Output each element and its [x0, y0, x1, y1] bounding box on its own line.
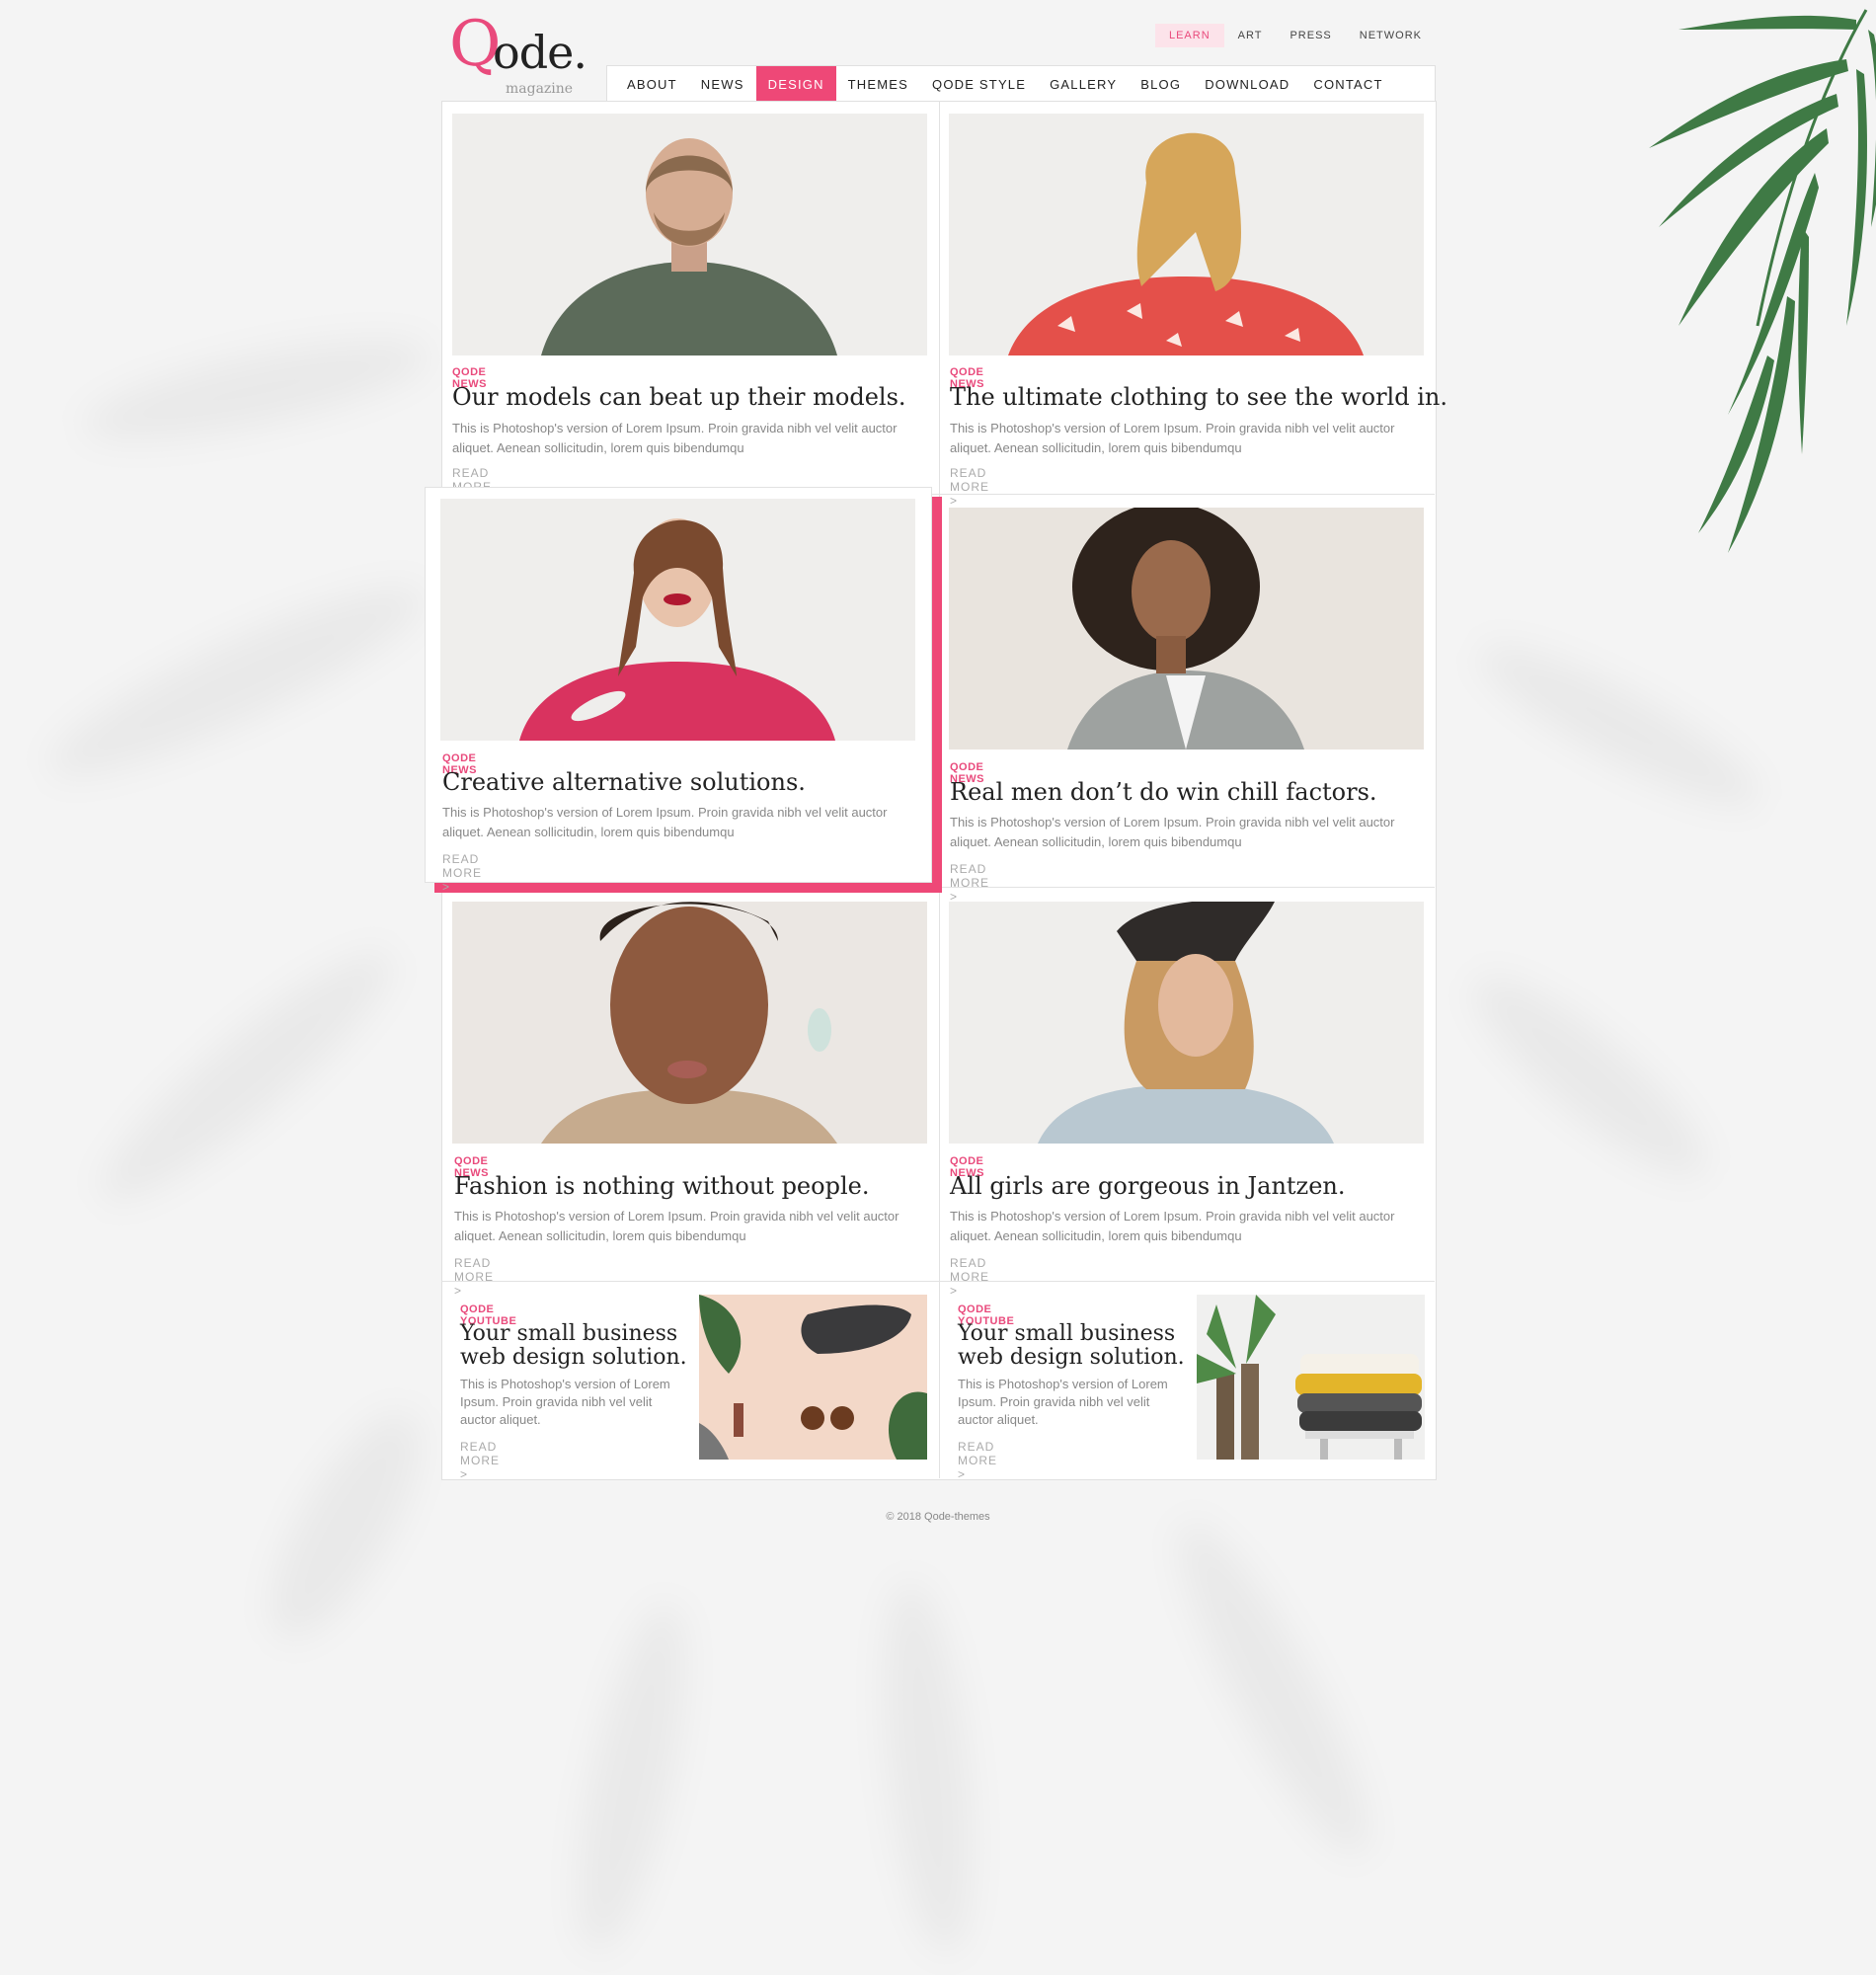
post-image-woman-pink[interactable]	[440, 499, 915, 741]
post-excerpt: This is Photoshop's version of Lorem Ips…	[452, 421, 898, 455]
main-nav: ABOUT NEWS DESIGN THEMES QODE STYLE GALL…	[606, 65, 1436, 103]
post-title[interactable]: Real men don’t do win chill factors.	[950, 778, 1377, 806]
top-nav: LEARN ART PRESS NETWORK	[1154, 24, 1436, 47]
read-more-link[interactable]: READ MORE >	[454, 1256, 494, 1298]
read-more-link[interactable]: READ MORE >	[950, 466, 989, 508]
nav-design[interactable]: DESIGN	[755, 66, 836, 102]
footer-copyright: © 2018 Qode-themes	[886, 1511, 990, 1523]
post-excerpt: This is Photoshop's version of Lorem Ips…	[950, 815, 1395, 849]
read-more-link[interactable]: READ MORE >	[950, 862, 989, 904]
post-title[interactable]: Our models can beat up their models.	[452, 383, 906, 411]
post-title[interactable]: The ultimate clothing to see the world i…	[950, 383, 1447, 411]
post-title[interactable]: All girls are gorgeous in Jantzen.	[950, 1172, 1346, 1200]
top-nav-learn[interactable]: LEARN	[1154, 24, 1224, 47]
read-more-link[interactable]: READ MORE >	[950, 1256, 989, 1298]
site-logo[interactable]: Q ode. magazine	[449, 8, 607, 97]
post-excerpt: This is Photoshop's version of Lorem Ips…	[950, 421, 1395, 455]
post-excerpt: This is Photoshop's version of Lorem Ips…	[442, 805, 888, 839]
nav-contact[interactable]: CONTACT	[1301, 66, 1394, 102]
top-nav-press[interactable]: PRESS	[1276, 24, 1345, 47]
top-nav-art[interactable]: ART	[1224, 24, 1277, 47]
post-title-line2[interactable]: web design solution.	[460, 1345, 687, 1370]
post-image-woman-hat[interactable]	[949, 902, 1424, 1144]
read-more-link[interactable]: READ MORE >	[442, 852, 482, 894]
nav-download[interactable]: DOWNLOAD	[1193, 66, 1301, 102]
read-more-link[interactable]: READ MORE >	[958, 1440, 997, 1481]
post-title-line1[interactable]: Your small business	[460, 1321, 677, 1346]
post-image-woman-curly[interactable]	[949, 508, 1424, 750]
post-excerpt: This is Photoshop's version of Lorem Ips…	[958, 1377, 1168, 1427]
post-excerpt: This is Photoshop's version of Lorem Ips…	[454, 1209, 899, 1243]
post-image-woman-closeup[interactable]	[452, 902, 927, 1144]
grid-divider	[939, 101, 940, 1478]
post-image-man[interactable]	[452, 114, 927, 356]
post-image-sweaters-plant[interactable]	[1197, 1295, 1425, 1460]
post-title-line1[interactable]: Your small business	[958, 1321, 1175, 1346]
post-image-woman-floral[interactable]	[949, 114, 1424, 356]
grid-divider	[441, 1281, 1435, 1282]
logo-subtitle: magazine	[506, 81, 574, 97]
palm-leaf-decoration	[1649, 9, 1876, 553]
nav-about[interactable]: ABOUT	[615, 66, 689, 102]
nav-news[interactable]: NEWS	[689, 66, 756, 102]
nav-themes[interactable]: THEMES	[836, 66, 920, 102]
nav-blog[interactable]: BLOG	[1129, 66, 1193, 102]
post-excerpt: This is Photoshop's version of Lorem Ips…	[460, 1377, 670, 1427]
post-excerpt: This is Photoshop's version of Lorem Ips…	[950, 1209, 1395, 1243]
read-more-link[interactable]: READ MORE >	[460, 1440, 500, 1481]
nav-gallery[interactable]: GALLERY	[1038, 66, 1129, 102]
post-image-sneaker-flatlay[interactable]	[699, 1295, 927, 1460]
nav-qode-style[interactable]: QODE STYLE	[920, 66, 1038, 102]
post-title[interactable]: Fashion is nothing without people.	[454, 1172, 869, 1200]
post-title[interactable]: Creative alternative solutions.	[442, 768, 806, 796]
top-nav-network[interactable]: NETWORK	[1346, 24, 1436, 47]
logo-wordmark: ode.	[493, 26, 587, 79]
grid-divider	[441, 887, 1435, 888]
post-title-line2[interactable]: web design solution.	[958, 1345, 1185, 1370]
